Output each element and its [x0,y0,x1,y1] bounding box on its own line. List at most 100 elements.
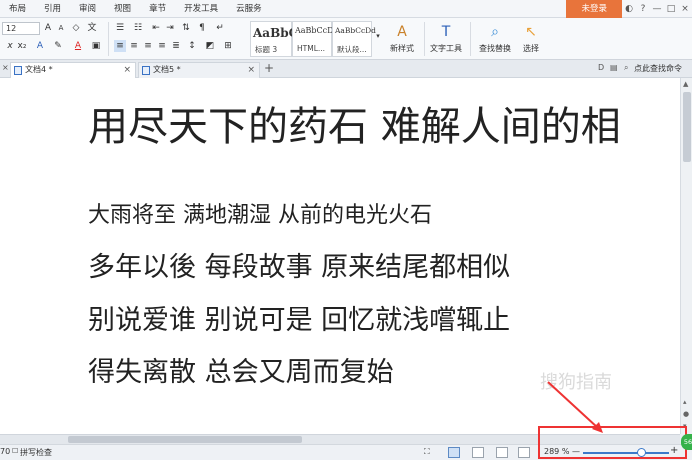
web-view-button[interactable] [518,447,530,458]
tab-stops-icon[interactable]: ↵ [214,22,226,34]
style-heading3[interactable]: AaBbC 标题 3 [250,21,298,57]
select-button[interactable]: ↖ 选择 [516,21,546,54]
maximize-icon[interactable]: □ [664,4,678,14]
style-sample: AaBbCcD [295,26,334,35]
select-browse-icon[interactable]: ● [683,410,689,418]
ribbon-separator [470,22,471,56]
tab-label: 文档4 * [25,65,53,74]
document-line: 多年以後 每段故事 原来结尾都相似 [88,252,511,283]
close-icon[interactable]: × [678,4,692,14]
find-replace-label: 查找替换 [479,44,511,53]
clear-format-icon[interactable]: ◇ [70,22,82,34]
document-line: 别说爱谁 别说可是 回忆就浅嚐辄止 [88,305,511,336]
status-badge: 56 [681,434,692,450]
menu-section[interactable]: 章节 [140,0,175,18]
minimize-icon[interactable]: — [650,4,664,14]
sort-icon[interactable]: ⇅ [180,22,192,34]
menu-view[interactable]: 视图 [105,0,140,18]
grow-font-icon[interactable]: A [42,22,54,34]
justify-icon[interactable]: ≡ [156,40,168,52]
style-gallery-scroll-icon[interactable]: ▾ [372,30,384,42]
document-line: 得失离散 总会又周而复始 [88,357,394,388]
skin-icon[interactable]: ◐ [622,4,636,14]
select-label: 选择 [523,44,539,53]
subscript-icon[interactable]: x₂ [16,40,28,52]
highlight-box [538,426,687,459]
show-marks-icon[interactable]: ¶ [196,22,208,34]
document-icon [14,66,22,75]
tab-document5[interactable]: 文档5 * × [138,62,260,78]
new-style-button[interactable]: A 新样式 [384,21,420,54]
vertical-scrollbar[interactable]: ▲ ▴ ● ▾ [680,78,692,434]
outline-view-button[interactable] [472,447,484,458]
spell-check-icon: ☐ [12,447,19,455]
new-tab-button[interactable]: + [264,61,274,75]
tab-list-icon[interactable]: ▤ [610,63,618,72]
prev-page-icon[interactable]: ▴ [683,398,687,406]
menu-bar: 布局 引用 审阅 视图 章节 开发工具 云服务 未登录 ◐ ? — □ × [0,0,692,18]
decrease-indent-icon[interactable]: ⇤ [150,22,162,34]
new-style-label: 新样式 [390,44,414,53]
shrink-font-icon[interactable]: A [55,22,67,34]
close-tab-icon[interactable]: × [247,63,255,77]
help-icon[interactable]: ? [636,4,650,14]
page-count: 70 [0,447,11,456]
bullet-list-icon[interactable]: ☰ [114,22,126,34]
document-title-line: 用尽天下的药石 难解人间的相 [88,104,621,150]
scroll-up-icon[interactable]: ▲ [683,80,688,88]
align-right-icon[interactable]: ≡ [142,40,154,52]
menu-review[interactable]: 审阅 [70,0,105,18]
italic-icon[interactable]: x [4,40,16,52]
new-style-icon: A [397,24,407,40]
style-default-paragraph[interactable]: AaBbCcDd 默认段... [332,21,376,57]
numbered-list-icon[interactable]: ☷ [132,22,144,34]
style-html[interactable]: AaBbCcD HTML... [292,21,334,57]
fullscreen-icon[interactable]: ⛶ [424,447,430,457]
style-sample: AaBbCcDd [335,26,376,35]
document-tab-bar: × 文档4 * × 文档5 * × + D ▤ ⌕ 点此查找命令 [0,60,692,78]
vertical-scroll-thumb[interactable] [683,92,691,162]
font-effect-icon[interactable]: A [34,40,46,52]
ribbon-separator [108,22,109,56]
increase-indent-icon[interactable]: ⇥ [164,22,176,34]
style-caption: HTML... [297,44,326,53]
line-spacing-icon[interactable]: ↕ [186,40,198,52]
tab-document4[interactable]: 文档4 * × [10,62,136,78]
menu-developer[interactable]: 开发工具 [175,0,227,18]
watermark: 搜狗指南 [540,372,612,393]
search-icon: ⌕ [491,24,499,40]
text-tools-button[interactable]: T 文字工具 [426,21,466,54]
tab-menu-icon[interactable]: × [2,63,9,72]
find-command-link[interactable]: 点此查找命令 [634,63,682,74]
ribbon: 12 A A ◇ 文 x x₂ A ✎ A ▣ ☰ ☷ ⇤ ⇥ ⇅ ¶ ↵ ≡ … [0,18,692,60]
font-size-select[interactable]: 12 [2,22,40,35]
close-tab-icon[interactable]: × [123,63,131,77]
highlight-pen-icon[interactable]: ✎ [52,40,64,52]
cursor-icon: ↖ [525,24,537,40]
text-tools-label: 文字工具 [430,44,462,53]
shading-icon[interactable]: ◩ [204,40,216,52]
login-button[interactable]: 未登录 [566,0,622,18]
reading-view-button[interactable] [496,447,508,458]
menu-references[interactable]: 引用 [35,0,70,18]
tab-label: 文档5 * [153,65,181,74]
style-caption: 默认段... [337,45,367,54]
char-border-icon[interactable]: ▣ [90,40,102,52]
search-icon: ⌕ [624,63,629,72]
spell-check-toggle[interactable]: 拼写检查 [20,447,52,458]
document-line: 大雨将至 满地潮湿 从前的电光火石 [88,203,432,228]
font-color-icon[interactable]: A [72,40,84,52]
distribute-icon[interactable]: ≣ [170,40,182,52]
horizontal-scroll-thumb[interactable] [68,436,302,443]
phonetic-icon[interactable]: 文 [86,22,98,34]
align-left-icon[interactable]: ≡ [114,40,126,52]
text-tools-icon: T [441,24,451,40]
ribbon-separator [424,22,425,56]
app-menu-icon[interactable]: D [598,63,604,72]
borders-icon[interactable]: ⊞ [222,40,234,52]
find-replace-button[interactable]: ⌕ 查找替换 [474,21,516,54]
menu-layout[interactable]: 布局 [0,0,35,18]
menu-cloud[interactable]: 云服务 [227,0,271,18]
page-view-button[interactable] [448,447,460,458]
align-center-icon[interactable]: ≡ [128,40,140,52]
